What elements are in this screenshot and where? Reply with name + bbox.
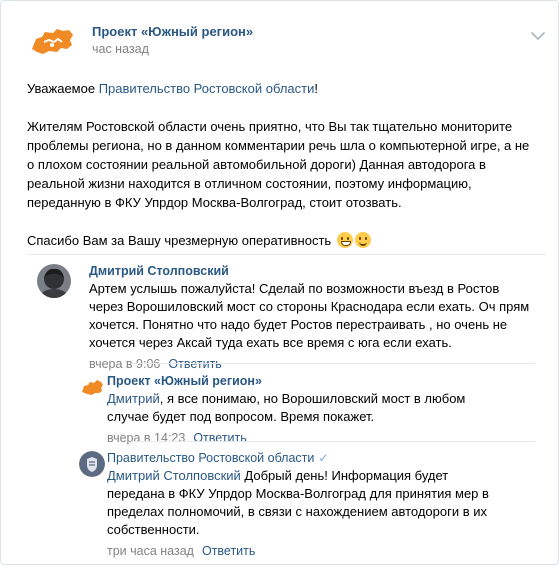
- chevron-down-icon: [531, 32, 545, 40]
- post-menu-button[interactable]: [531, 29, 545, 40]
- reply-text: Дмитрий, я все понимаю, но Ворошиловский…: [107, 390, 507, 426]
- reply-button[interactable]: Ответить: [202, 544, 255, 558]
- post-closing: Спасибо Вам за Вашу чрезмерную оперативн…: [27, 231, 537, 250]
- reply-meta: вчера в 14:23 Ответить: [107, 431, 507, 445]
- reply-text: Дмитрий Столповский Добрый день! Информа…: [107, 467, 507, 539]
- replies-section: Дмитрий Столповский Артем услышь пожалуй…: [27, 254, 546, 558]
- verified-icon: ✓: [318, 451, 329, 465]
- reply-mention[interactable]: Дмитрий: [107, 391, 160, 406]
- reply-meta: вчера в 9:06 Ответить: [89, 357, 537, 371]
- post-greeting: Уважаемое Правительство Ростовской облас…: [27, 79, 537, 98]
- government-avatar[interactable]: [79, 451, 105, 477]
- group-reply-avatar[interactable]: [79, 374, 105, 400]
- greeting-punct: !: [314, 81, 318, 96]
- government-link[interactable]: Правительство Ростовской области: [99, 81, 315, 96]
- reply-time[interactable]: вчера в 9:06: [89, 357, 160, 371]
- rostov-region-map-icon: [27, 21, 77, 61]
- reply-body: Проект «Южный регион» Дмитрий, я все пон…: [107, 374, 507, 445]
- reply-author-name[interactable]: Правительство Ростовской области: [107, 451, 314, 465]
- post-paragraph: Жителям Ростовской области очень приятно…: [27, 119, 530, 210]
- grinning-face-emoji: [336, 232, 353, 248]
- user-photo-icon: [37, 264, 71, 298]
- rostov-region-map-icon: [79, 374, 105, 400]
- reply-text: Артем услышь пожалуйста! Сделай по возмо…: [89, 281, 530, 350]
- smiling-face-emoji: [354, 232, 371, 248]
- reply-body: Дмитрий Столповский Артем услышь пожалуй…: [89, 264, 537, 371]
- group-avatar[interactable]: [27, 21, 77, 61]
- reply-time[interactable]: три часа назад: [107, 544, 194, 558]
- reply-divider: [131, 441, 535, 442]
- reply-divider: [131, 363, 535, 364]
- reply-meta: три часа назад Ответить: [107, 544, 507, 558]
- greeting-text: Уважаемое: [27, 81, 99, 96]
- reply-time[interactable]: вчера в 14:23: [107, 431, 185, 445]
- reply-author[interactable]: Дмитрий Столповский: [89, 264, 537, 278]
- user-avatar[interactable]: [37, 264, 71, 298]
- reply-body: Правительство Ростовской области ✓ Дмитри…: [107, 451, 507, 558]
- reply-author[interactable]: Проект «Южный регион»: [107, 374, 507, 388]
- reply-message: , я все понимаю, но Ворошиловский мост в…: [107, 391, 466, 424]
- reply-author[interactable]: Правительство Ростовской области ✓: [107, 451, 507, 465]
- reply-button[interactable]: Ответить: [193, 431, 246, 445]
- coat-of-arms-icon: [79, 451, 105, 477]
- post-timestamp[interactable]: час назад: [92, 42, 149, 56]
- reply-mention[interactable]: Дмитрий Столповский: [107, 468, 241, 483]
- closing-text: Спасибо Вам за Вашу чрезмерную оперативн…: [27, 233, 332, 248]
- post-text: Уважаемое Правительство Ростовской облас…: [27, 79, 537, 250]
- post-author-name[interactable]: Проект «Южный регион»: [92, 24, 253, 39]
- wall-post: Проект «Южный регион» час назад Уважаемо…: [0, 0, 559, 565]
- post-header: Проект «Южный регион» час назад: [27, 21, 547, 61]
- reply-button[interactable]: Ответить: [168, 357, 221, 371]
